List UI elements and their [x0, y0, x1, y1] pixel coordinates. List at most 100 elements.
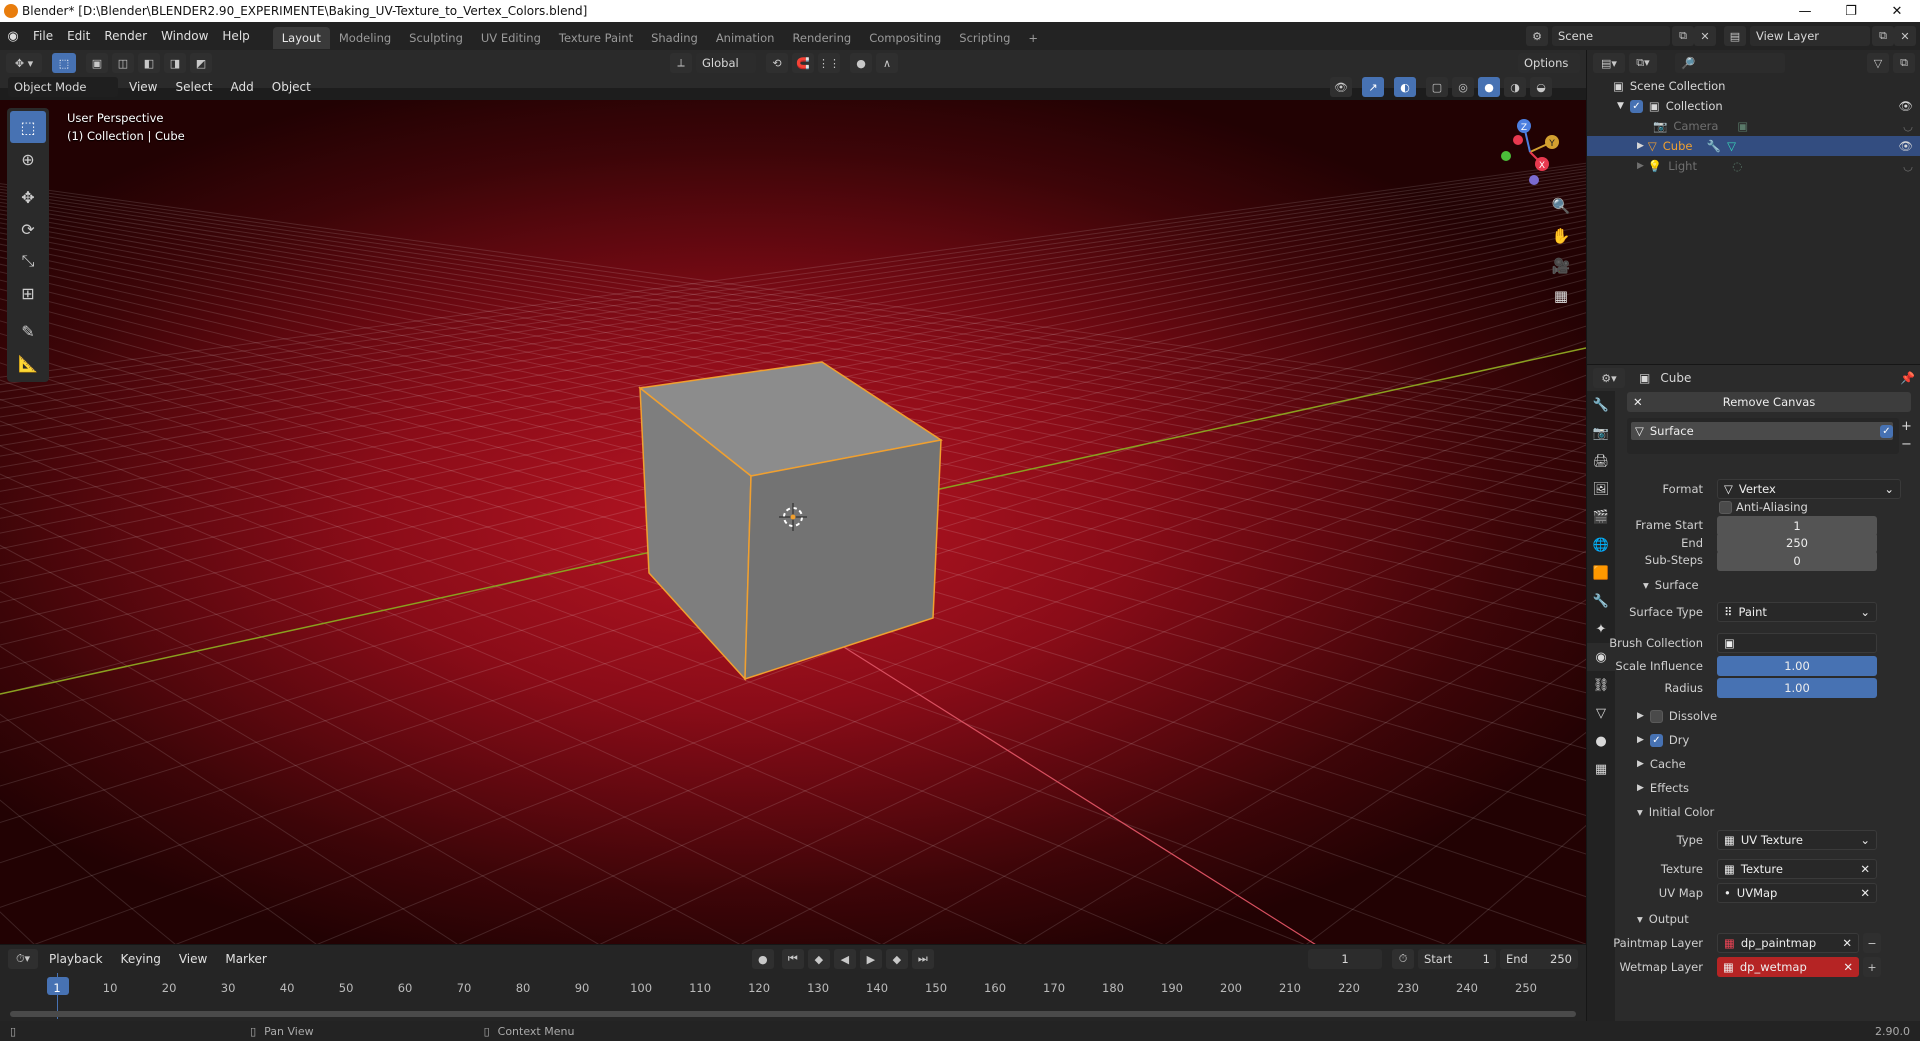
snap-icon[interactable]: 🧲 [792, 53, 814, 73]
view-layer-selector[interactable]: View Layer [1750, 26, 1870, 46]
play-reverse-icon[interactable]: ◀ [833, 949, 856, 969]
scene-selector[interactable]: Scene [1552, 26, 1670, 46]
current-frame-field[interactable]: 1 [1308, 949, 1382, 969]
end-field[interactable]: 250 [1717, 533, 1877, 553]
remove-canvas-button[interactable]: ✕ Remove Canvas [1627, 392, 1911, 412]
prev-keyframe-icon[interactable]: ◆ [807, 949, 830, 969]
dissolve-checkbox[interactable] [1649, 709, 1663, 723]
next-keyframe-icon[interactable]: ◆ [885, 949, 908, 969]
gizmo-neg-z[interactable] [1529, 175, 1539, 185]
add-workspace-button[interactable]: + [1019, 27, 1047, 49]
scale-tool-icon[interactable]: ⤡ [10, 245, 46, 277]
wetmap-layer-field[interactable]: ▦ dp_wetmap ✕ [1717, 957, 1859, 977]
properties-editor-icon[interactable]: ⚙▾ [1593, 368, 1625, 388]
add-wetmap-icon[interactable]: + [1863, 957, 1881, 977]
pivot-point-icon[interactable]: ⟲ [766, 53, 788, 73]
jump-start-icon[interactable]: ⏮ [781, 949, 804, 969]
outliner-item-cube[interactable]: ▶ ▽ Cube 🔧 ▽ 👁 [1587, 136, 1920, 156]
tool-tab-icon[interactable]: 🔧 [1587, 391, 1615, 419]
new-view-layer-icon[interactable]: ⧉ [1872, 26, 1894, 46]
minimize-button[interactable]: — [1782, 0, 1828, 22]
outliner-search-input[interactable]: 🔎 [1675, 53, 1785, 73]
workspace-tab-sculpting[interactable]: Sculpting [400, 27, 472, 49]
scene-icon[interactable]: ⚙ [1526, 26, 1548, 46]
render-tab-icon[interactable]: 📷 [1587, 419, 1615, 447]
timeline-scrollbar[interactable] [10, 1011, 1576, 1017]
surface-section-header[interactable]: ▾ Surface [1643, 578, 1699, 592]
outliner-item-camera[interactable]: 📷 Camera ▣ ◡ [1587, 116, 1920, 136]
radius-slider[interactable]: 1.00 [1717, 678, 1877, 698]
clear-uvmap-icon[interactable]: ✕ [1860, 886, 1870, 900]
select-intersect-icon[interactable]: ◩ [190, 53, 212, 73]
exclude-checkbox[interactable]: ✓ [1629, 99, 1643, 113]
shading-solid-icon[interactable]: ● [1478, 77, 1500, 97]
transform-tool-icon[interactable]: ⊞ [10, 277, 46, 309]
falloff-icon[interactable]: ∧ [876, 53, 898, 73]
format-dropdown[interactable]: ▽ Vertex ⌄ [1717, 479, 1901, 499]
workspace-tab-rendering[interactable]: Rendering [783, 27, 860, 49]
output-tab-icon[interactable]: 🖨 [1587, 447, 1615, 475]
gizmo-toggle-icon[interactable]: ↗ [1362, 77, 1384, 97]
start-frame-field[interactable]: Start 1 [1418, 949, 1496, 969]
workspace-tab-shading[interactable]: Shading [642, 27, 707, 49]
workspace-tab-uv-editing[interactable]: UV Editing [472, 27, 550, 49]
viewport-menu-view[interactable]: View [122, 78, 164, 96]
view-layer-tab-icon[interactable]: 🖼 [1587, 475, 1615, 503]
menu-window[interactable]: Window [154, 22, 215, 50]
measure-tool-icon[interactable]: 📐 [10, 347, 46, 379]
gizmo-neg-y[interactable] [1501, 151, 1511, 161]
perspective-toggle-icon[interactable]: ▦ [1548, 283, 1574, 309]
workspace-tab-animation[interactable]: Animation [707, 27, 784, 49]
select-box-tool-icon[interactable]: ⬚ [10, 111, 46, 143]
timeline-menu-playback[interactable]: Playback [42, 949, 110, 969]
workspace-tab-scripting[interactable]: Scripting [950, 27, 1019, 49]
timeline-menu-view[interactable]: View [172, 949, 214, 969]
pan-hand-icon[interactable]: ✋ [1548, 223, 1574, 249]
expand-icon[interactable]: ▶ [1637, 161, 1644, 171]
cube-right-face[interactable] [744, 439, 942, 681]
scale-influence-slider[interactable]: 1.00 [1717, 656, 1877, 676]
object-tab-icon[interactable]: 🟧 [1587, 559, 1615, 587]
snap-target-icon[interactable]: ⋮⋮ [818, 53, 840, 73]
move-tool-icon[interactable]: ✥ [10, 181, 46, 213]
canvas-surface-list[interactable]: ▽ Surface ✓ [1627, 418, 1899, 454]
menu-render[interactable]: Render [97, 22, 154, 50]
remove-surface-icon[interactable]: − [1901, 437, 1912, 452]
navigation-gizmo[interactable]: Y Z X [1490, 112, 1570, 192]
options-dropdown[interactable]: Options [1518, 53, 1580, 73]
expand-icon[interactable]: ▼ [1617, 101, 1624, 111]
filter-icon[interactable]: ▽ [1867, 53, 1889, 73]
viewport-menu-add[interactable]: Add [224, 78, 261, 96]
cursor-tool-icon[interactable]: ⊕ [10, 143, 46, 175]
blender-menu-icon[interactable]: ◉ [0, 29, 26, 44]
clear-paintmap-icon[interactable]: ✕ [1842, 936, 1852, 950]
visibility-eye-icon[interactable]: 👁 [1898, 99, 1913, 113]
initial-color-section[interactable]: ▾ Initial Color [1637, 805, 1714, 819]
viewport-menu-object[interactable]: Object [265, 78, 318, 96]
workspace-tab-compositing[interactable]: Compositing [860, 27, 950, 49]
outliner-scene-collection[interactable]: ▣ Scene Collection [1587, 76, 1920, 96]
camera-view-icon[interactable]: 🎥 [1548, 253, 1574, 279]
viewport-menu-select[interactable]: Select [168, 78, 219, 96]
editor-type-icon[interactable]: ✥ ▾ [6, 53, 42, 73]
surface-enabled-checkbox[interactable]: ✓ [1880, 424, 1893, 438]
rotate-tool-icon[interactable]: ⟳ [10, 213, 46, 245]
new-collection-icon[interactable]: ⧉ [1893, 53, 1915, 73]
cache-section[interactable]: ▶ Cache [1637, 757, 1686, 771]
visibility-eye-icon[interactable]: 👁 [1898, 139, 1913, 153]
add-surface-icon[interactable]: + [1901, 419, 1912, 434]
outliner-item-light[interactable]: ▶ 💡 Light ◌ ◡ [1587, 156, 1920, 176]
substeps-field[interactable]: 0 [1717, 551, 1877, 571]
paintmap-layer-field[interactable]: ▦ dp_paintmap ✕ [1717, 933, 1859, 953]
proportional-edit-icon[interactable]: ● [850, 53, 872, 73]
menu-help[interactable]: Help [215, 22, 256, 50]
dissolve-section[interactable]: ▶ Dissolve [1637, 709, 1717, 723]
world-tab-icon[interactable]: 🌐 [1587, 531, 1615, 559]
pin-icon[interactable]: 📌 [1900, 371, 1915, 385]
jump-end-icon[interactable]: ⏭ [911, 949, 934, 969]
view-layer-icon[interactable]: ▤ [1724, 26, 1746, 46]
expand-icon[interactable]: ▶ [1637, 141, 1644, 151]
object-mode-dropdown[interactable]: Object Mode [8, 77, 118, 97]
object-data-tab-icon[interactable]: ▽ [1587, 699, 1615, 727]
visibility-hidden-icon[interactable]: ◡ [1903, 119, 1913, 133]
